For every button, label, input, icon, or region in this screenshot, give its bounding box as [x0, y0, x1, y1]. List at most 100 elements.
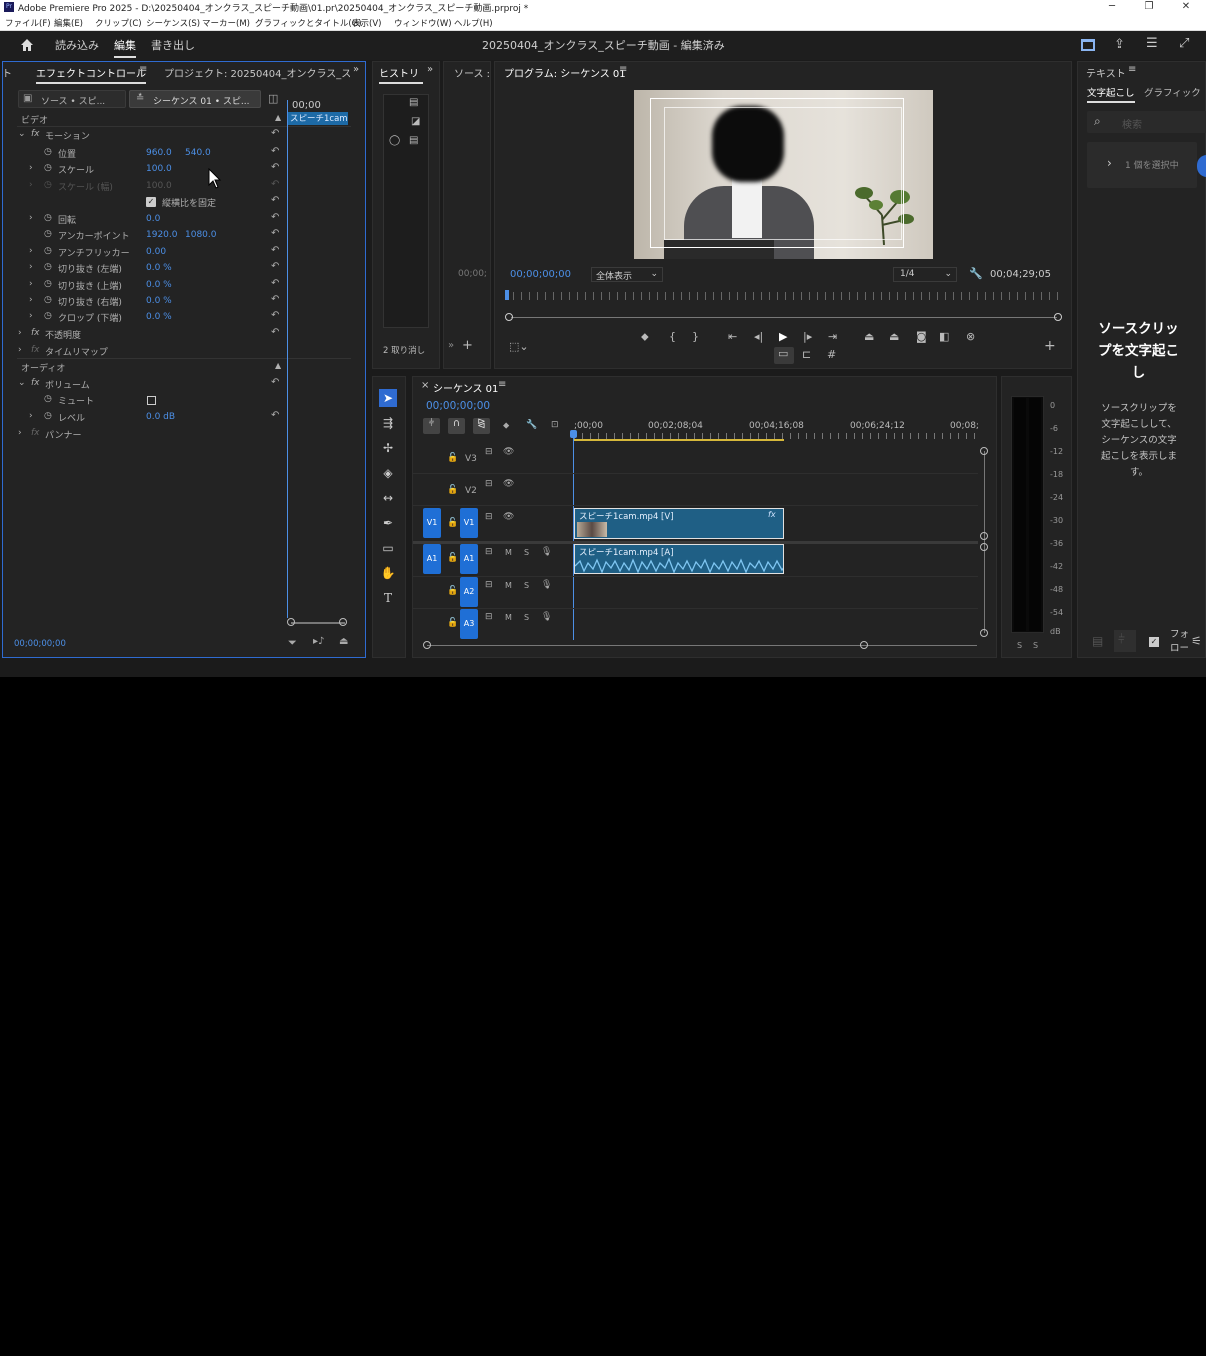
expand-motion-icon[interactable]: ⌄	[18, 129, 26, 139]
timeline-settings-icon[interactable]: 🔧	[526, 420, 537, 430]
solo-button[interactable]: S	[524, 581, 529, 590]
play-icon[interactable]: ▶	[779, 330, 787, 343]
stopwatch-icon[interactable]: ◷	[44, 213, 52, 223]
scale-value[interactable]: 100.0	[146, 164, 172, 174]
tab-graphics[interactable]: グラフィック	[1144, 85, 1201, 99]
expand-volume-icon[interactable]: ⌄	[18, 378, 26, 388]
sliders-icon[interactable]: ⚟	[1191, 634, 1202, 648]
program-zoom-handle-right[interactable]	[1054, 313, 1062, 321]
sync-lock-icon[interactable]: ⊟	[485, 612, 493, 622]
sync-lock-icon[interactable]: ⊟	[485, 447, 493, 457]
play-audio-icon[interactable]: ▸♪	[313, 636, 324, 647]
sync-lock-icon[interactable]: ⊟	[485, 580, 493, 590]
vertical-scrollbar[interactable]	[984, 451, 985, 633]
stopwatch-icon[interactable]: ◷	[44, 279, 52, 289]
expand-crop-top-icon[interactable]: ›	[29, 279, 33, 289]
reset-motion-icon[interactable]: ↶	[271, 128, 279, 139]
razor-tool-icon[interactable]: ◈	[379, 464, 397, 482]
minimize-button[interactable]: ─	[1094, 0, 1130, 15]
stopwatch-icon[interactable]: ◷	[44, 147, 52, 157]
sync-lock-icon[interactable]: ⊟	[485, 479, 493, 489]
camera-icon[interactable]: ◙	[916, 330, 927, 343]
export-icon[interactable]: ⏏	[339, 636, 348, 647]
stopwatch-icon[interactable]: ◷	[44, 262, 52, 272]
lock-icon[interactable]: 🔓	[447, 453, 458, 463]
vscroll-handle-mid2[interactable]	[980, 543, 988, 551]
position-y-value[interactable]: 540.0	[185, 148, 211, 158]
panel-menu-icon[interactable]: ≡	[619, 64, 627, 75]
reset-crop-right-icon[interactable]: ↶	[271, 294, 279, 305]
expand-timeremap-icon[interactable]: ›	[18, 345, 22, 355]
sync-lock-icon[interactable]: ⊟	[485, 547, 493, 557]
rotation-value[interactable]: 0.0	[146, 214, 160, 224]
lock-icon[interactable]: 🔓	[447, 553, 458, 563]
playhead-handle[interactable]	[570, 430, 577, 438]
reset-opacity-icon[interactable]: ↶	[271, 327, 279, 338]
reset-level-icon[interactable]: ↶	[271, 410, 279, 421]
program-zoom-handle-left[interactable]	[505, 313, 513, 321]
selection-rect-icon[interactable]: ⬚⌄	[509, 340, 529, 353]
lock-icon[interactable]: 🔓	[447, 618, 458, 628]
restore-button[interactable]: ❐	[1131, 0, 1167, 15]
hscroll-handle-right[interactable]	[860, 641, 868, 649]
track-target-a3[interactable]: A3	[460, 609, 478, 639]
more-panels-icon[interactable]: »	[427, 64, 433, 75]
eye-icon[interactable]: 👁	[503, 479, 514, 489]
snap-icon[interactable]: ∩	[448, 418, 465, 434]
menu-window[interactable]: ウィンドウ(W)	[394, 17, 452, 29]
menu-help[interactable]: ヘルプ(H)	[454, 17, 493, 29]
history-item-icon[interactable]: ◯	[389, 135, 400, 146]
anchor-x-value[interactable]: 1920.0	[146, 230, 178, 240]
track-label-v3[interactable]: V3	[465, 454, 477, 464]
comparison-view-icon[interactable]: ◧	[939, 330, 949, 343]
history-item-icon[interactable]: ◪	[411, 116, 420, 127]
expand-crop-bottom-icon[interactable]: ›	[29, 311, 33, 321]
stopwatch-icon[interactable]: ◷	[44, 394, 52, 404]
crop-right-value[interactable]: 0.0 %	[146, 296, 172, 306]
menu-graphics[interactable]: グラフィックとタイトル(G)	[255, 17, 362, 29]
more-panels-icon[interactable]: »	[448, 340, 454, 351]
reset-uniform-icon[interactable]: ↶	[271, 195, 279, 206]
close-tab-icon[interactable]: ×	[421, 380, 429, 391]
track-select-tool-icon[interactable]: ⇶	[379, 414, 397, 432]
linked-selection-icon[interactable]: ⧎	[473, 418, 490, 434]
tab-sequence[interactable]: シーケンス 01	[433, 380, 498, 395]
eye-icon[interactable]: 👁	[503, 512, 514, 522]
reset-volume-icon[interactable]: ↶	[271, 377, 279, 388]
tab-import[interactable]: 読み込み	[55, 37, 99, 53]
video-clip[interactable]: スピーチ1cam.mp4 [V] fx	[574, 508, 784, 539]
go-to-out-icon[interactable]: ⇥	[828, 330, 837, 343]
add-button-icon[interactable]: +	[462, 338, 473, 353]
step-forward-icon[interactable]: |▸	[803, 330, 812, 343]
reset-antiflicker-icon[interactable]: ↶	[271, 245, 279, 256]
reset-crop-top-icon[interactable]: ↶	[271, 278, 279, 289]
mark-out-icon[interactable]: }	[692, 330, 699, 343]
microphone-icon[interactable]: 🎙	[541, 612, 552, 622]
track-target-a1[interactable]: A1	[460, 544, 478, 574]
program-playhead[interactable]	[505, 290, 509, 300]
stopwatch-icon[interactable]: ◷	[44, 295, 52, 305]
menu-edit[interactable]: 編集(E)	[54, 17, 83, 29]
reset-position-icon[interactable]: ↶	[271, 146, 279, 157]
menu-marker[interactable]: マーカー(M)	[202, 17, 250, 29]
tab-transcript[interactable]: 文字起こし	[1087, 85, 1135, 103]
program-timecode[interactable]: 00;00;00;00	[510, 269, 571, 280]
collapse-up-icon[interactable]: ▲	[275, 113, 281, 122]
sequence-clip-button[interactable]: ≛ シーケンス 01 • スピ...	[129, 90, 261, 108]
uniform-scale-checkbox[interactable]: ✓	[146, 197, 156, 207]
eye-icon[interactable]: 👁	[503, 447, 514, 457]
mark-in-icon[interactable]: {	[669, 330, 676, 343]
position-x-value[interactable]: 960.0	[146, 148, 172, 158]
history-item-icon[interactable]: ▤	[409, 135, 418, 146]
more-panels-icon[interactable]: »	[353, 64, 359, 75]
collapse-up-icon[interactable]: ▲	[275, 361, 281, 370]
lift-icon[interactable]: ⏏	[864, 330, 874, 343]
work-area-bar[interactable]	[574, 439, 784, 441]
track-target-v1[interactable]: V1	[460, 508, 478, 538]
antiflicker-value[interactable]: 0.00	[146, 247, 166, 257]
selection-box[interactable]: › 1 個を選択中	[1087, 142, 1197, 188]
solo-left-button[interactable]: S	[1017, 641, 1022, 650]
ec-footer-timecode[interactable]: 00;00;00;00	[14, 639, 66, 649]
hscroll-handle-left[interactable]	[423, 641, 431, 649]
quick-export-icon[interactable]	[1081, 39, 1095, 51]
